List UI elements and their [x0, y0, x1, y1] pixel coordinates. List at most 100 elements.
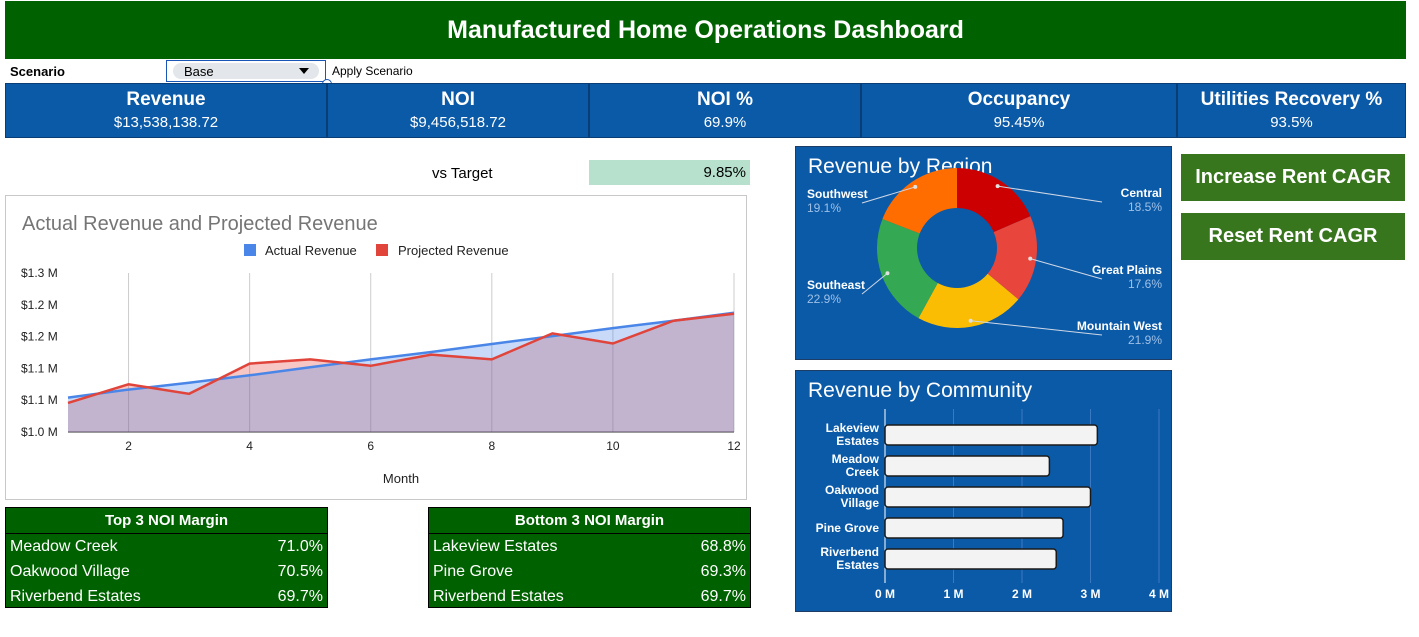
legend-swatch-projected: [376, 244, 388, 256]
kpi-noi: NOI $9,456,518.72: [327, 83, 589, 138]
revenue-by-community-panel: Revenue by Community Lakeview Estates Mead…: [795, 370, 1172, 612]
legend-swatch-actual: [244, 244, 256, 256]
kpi-noi-percent: NOI % 69.9%: [589, 83, 861, 138]
y-tick-label: $1.2 M: [21, 298, 58, 312]
community-name: Oakwood Village: [10, 563, 130, 580]
region-percent: 19.1%: [807, 201, 841, 215]
kpi-row: Revenue $13,538,138.72 NOI $9,456,518.72…: [5, 83, 1406, 138]
bottom3-noi-table: Bottom 3 NOI Margin Lakeview Estates 68.…: [428, 507, 751, 608]
community-bar: [884, 517, 1064, 539]
table-row: Riverbend Estates 69.7%: [6, 584, 327, 609]
community-bar: [884, 486, 1092, 508]
noi-margin-value: 69.7%: [277, 588, 323, 605]
legend-label-actual: Actual Revenue: [265, 243, 357, 258]
community-name: Lakeview Estates: [433, 538, 558, 555]
noi-margin-value: 68.8%: [700, 538, 746, 555]
kpi-label: Occupancy: [967, 89, 1071, 110]
region-label: Mountain West: [1077, 319, 1162, 333]
x-tick-label: 4: [246, 439, 253, 453]
category-label: Estates: [836, 434, 879, 448]
community-bar: [884, 548, 1057, 570]
region-label: Southeast: [807, 278, 865, 292]
scenario-label: Scenario: [10, 64, 65, 79]
category-label: Village: [841, 496, 880, 510]
table-title: Top 3 NOI Margin: [6, 508, 327, 534]
x-tick-label: 6: [367, 439, 374, 453]
chart-title: Actual Revenue and Projected Revenue: [22, 213, 378, 235]
table-row: Pine Grove 69.3%: [429, 559, 750, 584]
reset-rent-cagr-button[interactable]: Reset Rent CAGR: [1181, 213, 1405, 260]
leader-dot: [913, 184, 918, 189]
x-tick-label: 2: [125, 439, 132, 453]
kpi-label: NOI: [441, 89, 475, 110]
community-name: Riverbend Estates: [433, 588, 564, 605]
x-axis-label: Month: [383, 471, 419, 486]
scenario-dropdown[interactable]: Base: [166, 60, 326, 82]
table-row: Riverbend Estates 69.7%: [429, 584, 750, 609]
community-bar: [884, 455, 1051, 477]
community-bar-svg: LakeviewEstatesMeadowCreekOakwoodVillage…: [816, 409, 1169, 601]
region-percent: 17.6%: [1128, 277, 1162, 291]
scenario-dropdown-pill[interactable]: Base: [173, 63, 319, 79]
region-label: Great Plains: [1092, 263, 1162, 277]
x-tick-label: 0 M: [875, 587, 895, 601]
kpi-value: $9,456,518.72: [410, 114, 506, 131]
noi-margin-value: 71.0%: [277, 538, 323, 555]
table-row: Lakeview Estates 68.8%: [429, 534, 750, 559]
category-label: Meadow: [832, 452, 880, 466]
category-label: Estates: [836, 558, 879, 572]
region-donut-svg: Central18.5% Great Plains17.6% Mountain We…: [807, 168, 1162, 347]
y-tick-label: $1.0 M: [21, 425, 58, 439]
x-tick-label: 1 M: [943, 587, 963, 601]
x-tick-label: 8: [488, 439, 495, 453]
vs-target-value: 9.85%: [589, 160, 750, 185]
leader-dot: [885, 271, 890, 276]
apply-scenario-button[interactable]: Apply Scenario: [332, 64, 413, 78]
x-tick-label: 2 M: [1012, 587, 1032, 601]
table-row: Meadow Creek 71.0%: [6, 534, 327, 559]
table-title: Bottom 3 NOI Margin: [429, 508, 750, 534]
kpi-utilities-recovery: Utilities Recovery % 93.5%: [1177, 83, 1406, 138]
category-label: Riverbend: [820, 545, 879, 559]
x-tick-label: 3 M: [1080, 587, 1100, 601]
category-label: Lakeview: [826, 421, 880, 435]
community-name: Riverbend Estates: [10, 588, 141, 605]
region-label: Southwest: [807, 187, 868, 201]
kpi-value: 95.45%: [993, 114, 1045, 131]
x-tick-label: 4 M: [1149, 587, 1169, 601]
kpi-value: 69.9%: [703, 114, 747, 131]
kpi-value: $13,538,138.72: [113, 114, 219, 131]
page-title: Manufactured Home Operations Dashboard: [5, 1, 1406, 59]
y-tick-label: $1.1 M: [21, 393, 58, 407]
noi-margin-value: 69.7%: [700, 588, 746, 605]
increase-rent-cagr-button[interactable]: Increase Rent CAGR: [1181, 154, 1405, 201]
y-tick-label: $1.3 M: [21, 266, 58, 280]
community-name: Pine Grove: [433, 563, 514, 580]
region-percent: 22.9%: [807, 292, 841, 306]
x-tick-label: 12: [727, 439, 741, 453]
top3-noi-table: Top 3 NOI Margin Meadow Creek 71.0% Oakw…: [5, 507, 328, 608]
scenario-selected-value: Base: [184, 64, 214, 79]
leader-dot: [968, 318, 973, 323]
leader-dot: [1028, 256, 1033, 261]
table-row: Oakwood Village 70.5%: [6, 559, 327, 584]
noi-margin-value: 69.3%: [700, 563, 746, 580]
kpi-label: NOI %: [697, 89, 753, 110]
region-label: Central: [1121, 186, 1162, 200]
region-percent: 18.5%: [1128, 200, 1162, 214]
chevron-down-icon[interactable]: [299, 68, 309, 74]
revenue-by-region-panel: Revenue by Region Central 18.5% Great Plai…: [795, 146, 1172, 360]
category-label: Pine Grove: [816, 521, 880, 535]
noi-margin-value: 70.5%: [277, 563, 323, 580]
kpi-value: 93.5%: [1270, 114, 1313, 131]
kpi-label: Utilities Recovery %: [1200, 89, 1383, 110]
region-percent: 21.9%: [1128, 333, 1162, 347]
leader-line: [861, 272, 888, 295]
kpi-occupancy: Occupancy 95.45%: [861, 83, 1177, 138]
category-label: Creek: [846, 465, 880, 479]
leader-dot: [995, 184, 1000, 189]
y-tick-label: $1.2 M: [21, 330, 58, 344]
x-tick-label: 10: [606, 439, 620, 453]
community-name: Meadow Creek: [10, 538, 118, 555]
legend-label-projected: Projected Revenue: [398, 243, 509, 258]
